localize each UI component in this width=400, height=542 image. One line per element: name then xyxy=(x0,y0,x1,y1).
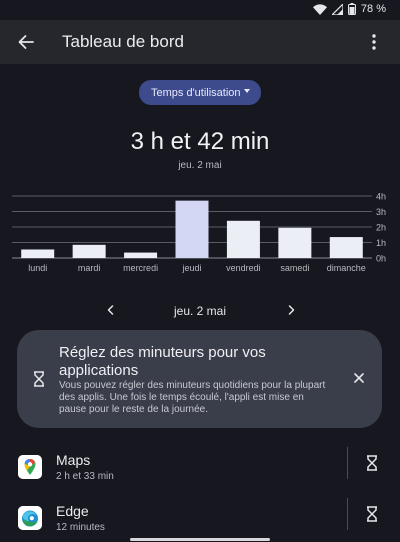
usage-bar-chart: 0h 1h 2h 3h 4h lundi mardi mercredi jeudi vendred… xyxy=(12,192,386,273)
back-arrow-icon[interactable] xyxy=(14,30,38,54)
app-row-maps[interactable]: Maps 2 h et 33 min xyxy=(0,447,400,491)
x-tick-label: samedi xyxy=(280,263,309,273)
maps-icon xyxy=(18,455,42,479)
bar-samedi[interactable] xyxy=(278,227,312,258)
y-tick-label: 3h xyxy=(376,207,386,217)
x-tick-label: mardi xyxy=(78,263,101,273)
y-tick-label: 0h xyxy=(376,254,386,264)
app-usage-time: 12 minutes xyxy=(56,522,105,533)
day-navigation: jeu. 2 mai xyxy=(0,300,400,322)
y-tick-label: 1h xyxy=(376,238,386,248)
app-usage-time: 2 h et 33 min xyxy=(56,471,114,482)
y-tick-label: 4h xyxy=(376,192,386,202)
status-bar: 78 % xyxy=(0,0,400,20)
bar-vendredi[interactable] xyxy=(226,220,260,258)
selected-day-label: jeu. 2 mai xyxy=(173,304,227,318)
chevron-right-icon[interactable] xyxy=(284,302,298,318)
usage-type-dropdown[interactable]: Temps d'utilisation xyxy=(139,80,261,105)
summary-date: jeu. 2 mai xyxy=(178,160,222,171)
status-icons: 78 % xyxy=(312,3,386,15)
bar-mardi[interactable] xyxy=(72,244,106,258)
x-tick-label: lundi xyxy=(28,263,47,273)
bar-mercredi[interactable] xyxy=(124,252,158,258)
close-icon[interactable] xyxy=(352,371,366,385)
home-indicator xyxy=(130,538,270,541)
tip-title: Réglez des minuteurs pour vos applicatio… xyxy=(59,344,266,379)
y-tick-label: 2h xyxy=(376,223,386,233)
app-row-edge[interactable]: Edge 12 minutes xyxy=(0,498,400,542)
timer-tip-card: Réglez des minuteurs pour vos applicatio… xyxy=(17,330,382,428)
x-tick-label: jeudi xyxy=(181,263,201,273)
hourglass-icon xyxy=(34,371,44,387)
bar-jeudi[interactable] xyxy=(175,200,209,258)
caret-down-icon xyxy=(244,89,250,93)
divider xyxy=(347,447,348,479)
tip-body: Vous pouvez régler des minuteurs quotidi… xyxy=(59,380,326,415)
hourglass-icon[interactable] xyxy=(366,506,378,522)
battery-icon xyxy=(347,3,356,15)
x-tick-label: mercredi xyxy=(123,263,158,273)
bar-dimanche[interactable] xyxy=(329,237,363,258)
hourglass-icon[interactable] xyxy=(366,455,378,471)
divider xyxy=(347,498,348,530)
total-screen-time: 3 h et 42 min xyxy=(130,128,270,155)
app-name: Edge xyxy=(56,503,89,519)
battery-percent: 78 % xyxy=(360,3,386,15)
app-bar: Tableau de bord xyxy=(0,20,400,64)
wifi-icon xyxy=(312,3,327,15)
x-tick-label: dimanche xyxy=(327,263,366,273)
x-tick-label: vendredi xyxy=(226,263,261,273)
signal-icon xyxy=(331,3,343,15)
bar-lundi[interactable] xyxy=(21,249,55,258)
app-name: Maps xyxy=(56,452,91,468)
more-vert-icon[interactable] xyxy=(362,30,386,54)
dropdown-label: Temps d'utilisation xyxy=(151,86,241,99)
page-title: Tableau de bord xyxy=(62,32,184,51)
edge-icon xyxy=(18,506,42,530)
